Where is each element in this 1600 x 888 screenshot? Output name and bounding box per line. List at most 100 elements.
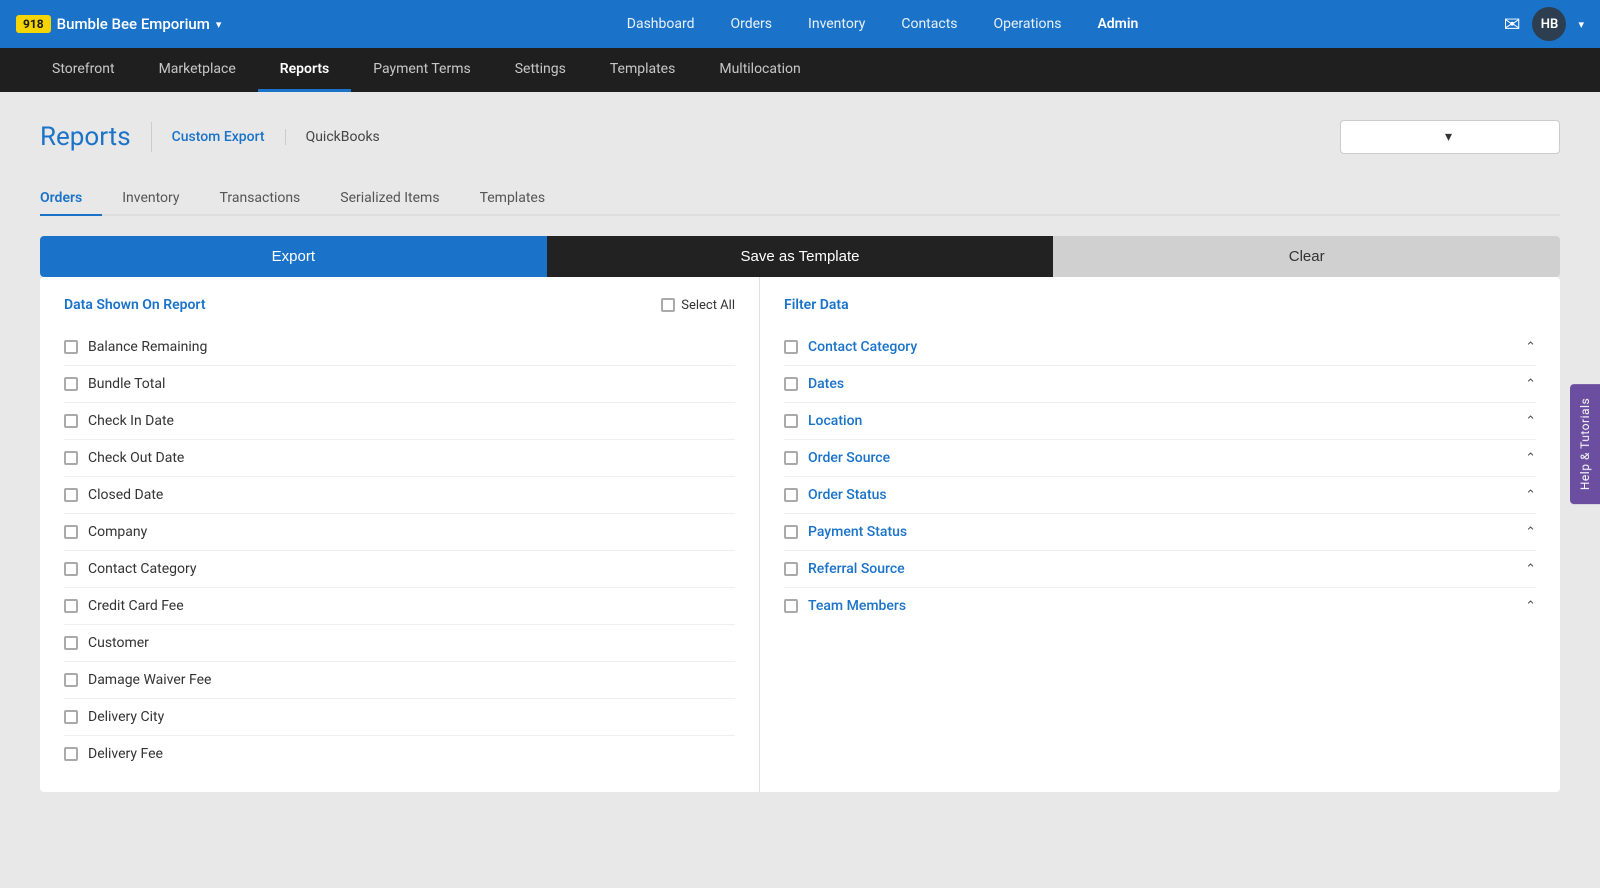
nav-admin[interactable]: Admin bbox=[1079, 0, 1156, 48]
filter-label: Contact Category bbox=[808, 339, 917, 355]
filter-item-location[interactable]: Location ⌃ bbox=[784, 403, 1536, 440]
item-checkbox[interactable] bbox=[64, 414, 78, 428]
filter-checkbox[interactable] bbox=[784, 451, 798, 465]
filter-label: Order Status bbox=[808, 487, 887, 503]
item-checkbox[interactable] bbox=[64, 710, 78, 724]
tab-inventory[interactable]: Inventory bbox=[102, 182, 199, 216]
report-tabs: Orders Inventory Transactions Serialized… bbox=[40, 182, 1560, 216]
filter-label: Team Members bbox=[808, 598, 906, 614]
nav-contacts[interactable]: Contacts bbox=[883, 0, 975, 48]
data-item: Contact Category bbox=[64, 551, 735, 588]
item-checkbox[interactable] bbox=[64, 673, 78, 687]
store-name[interactable]: Bumble Bee Emporium ▾ bbox=[57, 15, 222, 33]
filter-item-referral-source[interactable]: Referral Source ⌃ bbox=[784, 551, 1536, 588]
item-label: Delivery Fee bbox=[88, 746, 163, 762]
filter-label: Location bbox=[808, 413, 862, 429]
nav-inventory[interactable]: Inventory bbox=[790, 0, 883, 48]
report-dropdown[interactable]: ▾ bbox=[1340, 120, 1560, 154]
nav-orders[interactable]: Orders bbox=[712, 0, 790, 48]
avatar[interactable]: HB bbox=[1532, 7, 1566, 41]
filter-item-order-status[interactable]: Order Status ⌃ bbox=[784, 477, 1536, 514]
item-checkbox[interactable] bbox=[64, 747, 78, 761]
item-checkbox[interactable] bbox=[64, 340, 78, 354]
main-content: Reports Custom Export QuickBooks ▾ Order… bbox=[0, 92, 1600, 820]
filter-item-contact-category[interactable]: Contact Category ⌃ bbox=[784, 329, 1536, 366]
data-item: Damage Waiver Fee bbox=[64, 662, 735, 699]
store-chevron-icon: ▾ bbox=[216, 18, 222, 31]
item-checkbox[interactable] bbox=[64, 488, 78, 502]
filter-checkbox[interactable] bbox=[784, 562, 798, 576]
filter-collapse-icon: ⌃ bbox=[1525, 525, 1536, 540]
tab-serialized-items[interactable]: Serialized Items bbox=[320, 182, 459, 216]
item-label: Contact Category bbox=[88, 561, 196, 577]
subnav-reports[interactable]: Reports bbox=[258, 48, 352, 92]
filter-checkbox[interactable] bbox=[784, 414, 798, 428]
notification-icon[interactable]: ✉ bbox=[1504, 12, 1521, 36]
filter-checkbox[interactable] bbox=[784, 525, 798, 539]
data-item: Delivery City bbox=[64, 699, 735, 736]
filter-checkbox[interactable] bbox=[784, 488, 798, 502]
export-button[interactable]: Export bbox=[40, 236, 547, 277]
sub-nav: Storefront Marketplace Reports Payment T… bbox=[0, 48, 1600, 92]
filter-left: Referral Source bbox=[784, 561, 905, 577]
action-buttons: Export Save as Template Clear bbox=[40, 236, 1560, 277]
store-badge: 918 bbox=[16, 15, 51, 33]
clear-button[interactable]: Clear bbox=[1053, 236, 1560, 277]
item-checkbox[interactable] bbox=[64, 636, 78, 650]
data-column-header: Data Shown On Report Select All bbox=[64, 297, 735, 313]
item-checkbox[interactable] bbox=[64, 599, 78, 613]
subnav-templates[interactable]: Templates bbox=[588, 48, 698, 92]
data-item: Customer bbox=[64, 625, 735, 662]
report-dropdown-chevron-icon: ▾ bbox=[1445, 129, 1452, 145]
nav-operations[interactable]: Operations bbox=[976, 0, 1080, 48]
item-checkbox[interactable] bbox=[64, 562, 78, 576]
filter-left: Payment Status bbox=[784, 524, 907, 540]
filter-collapse-icon: ⌃ bbox=[1525, 451, 1536, 466]
filter-label: Order Source bbox=[808, 450, 890, 466]
item-label: Closed Date bbox=[88, 487, 163, 503]
filter-checkbox[interactable] bbox=[784, 599, 798, 613]
tab-orders[interactable]: Orders bbox=[40, 182, 102, 216]
item-checkbox[interactable] bbox=[64, 525, 78, 539]
data-item: Credit Card Fee bbox=[64, 588, 735, 625]
filter-item-team-members[interactable]: Team Members ⌃ bbox=[784, 588, 1536, 624]
item-label: Damage Waiver Fee bbox=[88, 672, 211, 688]
save-template-button[interactable]: Save as Template bbox=[547, 236, 1054, 277]
top-nav: 918 Bumble Bee Emporium ▾ Dashboard Orde… bbox=[0, 0, 1600, 48]
item-label: Check Out Date bbox=[88, 450, 184, 466]
top-nav-right: ✉ HB ▾ bbox=[1504, 7, 1584, 41]
filter-checkbox[interactable] bbox=[784, 340, 798, 354]
item-label: Customer bbox=[88, 635, 149, 651]
subnav-multilocation[interactable]: Multilocation bbox=[697, 48, 822, 92]
custom-export-link[interactable]: Custom Export bbox=[172, 129, 286, 145]
help-sidebar[interactable]: Help & Tutorials bbox=[1570, 384, 1600, 504]
filter-item-order-source[interactable]: Order Source ⌃ bbox=[784, 440, 1536, 477]
subnav-storefront[interactable]: Storefront bbox=[30, 48, 137, 92]
tab-transactions[interactable]: Transactions bbox=[200, 182, 321, 216]
item-checkbox[interactable] bbox=[64, 377, 78, 391]
filter-collapse-icon: ⌃ bbox=[1525, 414, 1536, 429]
filter-collapse-icon: ⌃ bbox=[1525, 599, 1536, 614]
subnav-marketplace[interactable]: Marketplace bbox=[137, 48, 258, 92]
data-item: Balance Remaining bbox=[64, 329, 735, 366]
filter-column-title: Filter Data bbox=[784, 297, 849, 313]
page-title: Reports bbox=[40, 122, 152, 152]
quickbooks-link[interactable]: QuickBooks bbox=[286, 129, 380, 145]
item-checkbox[interactable] bbox=[64, 451, 78, 465]
filter-collapse-icon: ⌃ bbox=[1525, 562, 1536, 577]
filter-checkbox[interactable] bbox=[784, 377, 798, 391]
item-label: Delivery City bbox=[88, 709, 164, 725]
subnav-settings[interactable]: Settings bbox=[493, 48, 588, 92]
data-column: Data Shown On Report Select All Balance … bbox=[40, 277, 760, 792]
select-all-checkbox[interactable] bbox=[661, 298, 675, 312]
tab-templates[interactable]: Templates bbox=[460, 182, 566, 216]
filter-item-dates[interactable]: Dates ⌃ bbox=[784, 366, 1536, 403]
nav-dashboard[interactable]: Dashboard bbox=[609, 0, 713, 48]
filter-item-payment-status[interactable]: Payment Status ⌃ bbox=[784, 514, 1536, 551]
filter-collapse-icon: ⌃ bbox=[1525, 377, 1536, 392]
select-all-wrapper[interactable]: Select All bbox=[661, 298, 735, 313]
data-column-title: Data Shown On Report bbox=[64, 297, 206, 313]
avatar-chevron-icon[interactable]: ▾ bbox=[1578, 18, 1584, 31]
filter-left: Contact Category bbox=[784, 339, 917, 355]
subnav-payment-terms[interactable]: Payment Terms bbox=[351, 48, 492, 92]
